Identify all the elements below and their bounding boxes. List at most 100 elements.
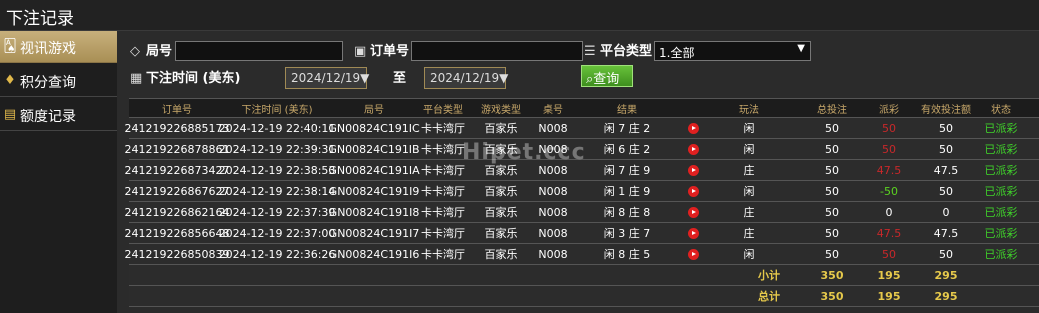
bet-cell: 50: [825, 163, 839, 177]
list-icon: ☰: [584, 44, 596, 59]
sidebar-item-points-query[interactable]: ♦ 积分查询: [0, 65, 117, 97]
play-icon: [687, 206, 699, 218]
order-input[interactable]: [411, 41, 583, 61]
play-cell: 庄: [743, 206, 755, 219]
payout-cell: 47.5: [876, 226, 902, 240]
chevron-down-icon: ▼: [499, 71, 509, 85]
valid-bet-cell: 47.5: [933, 163, 959, 177]
valid-bet-cell: 50: [939, 247, 953, 261]
watermark: Hipet.ccc: [462, 140, 586, 165]
round-cell: GN00824C191I7: [328, 226, 420, 240]
table-cell: N008: [538, 205, 568, 219]
time-cell: 2024-12-19 22:37:00: [218, 226, 336, 240]
valid-bet-cell: 0: [942, 205, 950, 219]
diamond-icon: ♦: [4, 72, 16, 88]
replay-video-button[interactable]: [683, 139, 703, 159]
header-play: 玩法: [739, 104, 759, 116]
replay-video-button[interactable]: [683, 160, 703, 180]
sidebar-item-video-games[interactable]: 🂡 视讯游戏: [0, 31, 117, 63]
table-row: 241219226867627 2024-12-19 22:38:14 GN0082…: [125, 181, 1039, 202]
payout-cell: 50: [882, 121, 896, 135]
play-icon: [687, 185, 699, 197]
cards-icon: 🂡: [3, 38, 17, 54]
header-game: 游戏类型: [481, 104, 521, 116]
order-cell: 241219226862164: [124, 205, 230, 219]
valid-bet-cell: 50: [939, 184, 953, 198]
date-from-picker[interactable]: 2024/12/19▼: [285, 67, 369, 89]
play-cell: 闲: [743, 248, 755, 261]
round-cell: GN00824C191I8: [328, 205, 420, 219]
replay-video-button[interactable]: [683, 181, 703, 201]
order-cell: 241219226850839: [124, 247, 230, 261]
round-cell: GN00824C191IB: [328, 142, 420, 156]
time-cell: 2024-12-19 22:39:31: [218, 142, 336, 156]
date-to-picker[interactable]: 2024/12/19▼: [424, 67, 509, 89]
query-button[interactable]: ⌕查询: [581, 65, 633, 87]
platform-cell: 卡卡湾厅: [421, 227, 465, 240]
payout-cell: -50: [880, 184, 898, 198]
replay-video-button[interactable]: [683, 202, 703, 222]
table-cell: N008: [538, 247, 568, 261]
header-order: 订单号: [162, 104, 192, 116]
play-icon: [687, 143, 699, 155]
table-cell: N008: [538, 184, 568, 198]
replay-video-button[interactable]: [683, 223, 703, 243]
subtotal-payout: 195: [877, 268, 901, 282]
sidebar-item-label: 额度记录: [20, 109, 76, 125]
table-row: 241219226856648 2024-12-19 22:37:00 GN0082…: [125, 223, 1039, 244]
time-cell: 2024-12-19 22:38:53: [218, 163, 336, 177]
sidebar-item-label: 积分查询: [20, 75, 76, 91]
play-icon: [687, 248, 699, 260]
total-payout: 195: [877, 289, 901, 303]
play-cell: 庄: [743, 227, 755, 240]
time-cell: 2024-12-19 22:38:14: [218, 184, 336, 198]
round-label: ◇ 局号: [130, 44, 173, 59]
total-bet: 350: [820, 289, 844, 303]
platform-cell: 卡卡湾厅: [421, 122, 465, 135]
header-status: 状态: [991, 104, 1011, 116]
time-cell: 2024-12-19 22:40:11: [218, 121, 336, 135]
sidebar-item-credit-records[interactable]: ▤ 额度记录: [0, 99, 117, 131]
time-cell: 2024-12-19 22:36:26: [218, 247, 336, 261]
order-cell: 241219226885173: [124, 121, 230, 135]
subtotal-valid: 295: [934, 268, 958, 282]
status-cell: 已派彩: [984, 248, 1018, 261]
header-result: 结果: [617, 104, 637, 116]
result-cell: 闲 7 庄 9: [603, 164, 651, 177]
sidebar-item-label: 视讯游戏: [20, 41, 76, 57]
page-title: 下注记录: [6, 9, 74, 29]
payout-cell: 47.5: [876, 163, 902, 177]
document-icon: ▤: [3, 106, 17, 122]
play-icon: [687, 164, 699, 176]
time-cell: 2024-12-19 22:37:39: [218, 205, 336, 219]
total-row: 总计 350 195 295: [129, 286, 1039, 307]
replay-video-button[interactable]: [683, 118, 703, 138]
play-cell: 庄: [743, 164, 755, 177]
round-input[interactable]: [175, 41, 343, 61]
round-cell: GN00824C191IA: [328, 163, 420, 177]
valid-bet-cell: 50: [939, 121, 953, 135]
header-payout: 派彩: [879, 104, 899, 116]
bet-time-label: ▦ 下注时间 (美东): [130, 71, 241, 86]
bet-cell: 50: [825, 121, 839, 135]
replay-video-button[interactable]: [683, 244, 703, 264]
status-cell: 已派彩: [984, 164, 1018, 177]
sidebar: 🂡 视讯游戏 ♦ 积分查询 ▤ 额度记录: [0, 31, 117, 313]
date-to-value: 2024/12/19: [430, 71, 500, 85]
subtotal-bet: 350: [820, 268, 844, 282]
platform-cell: 卡卡湾厅: [421, 185, 465, 198]
order-cell: 241219226873427: [124, 163, 230, 177]
result-cell: 闲 6 庄 2: [603, 143, 651, 156]
payout-cell: 50: [882, 142, 896, 156]
calendar-icon: ▦: [130, 71, 143, 86]
table-cell: N008: [538, 226, 568, 240]
to-label: 至: [393, 71, 407, 86]
header-table: 桌号: [543, 104, 563, 116]
table-row: 241219226850839 2024-12-19 22:36:26 GN0082…: [124, 244, 1039, 265]
play-cell: 闲: [743, 185, 755, 198]
platform-select[interactable]: 1.全部 ▼: [654, 41, 811, 61]
round-cell: GN00824C191I6: [328, 247, 420, 261]
chevron-down-icon: ▼: [797, 43, 805, 54]
table-row: 241219226885173 2024-12-19 22:40:11 GN0082…: [124, 118, 1039, 139]
game-cell: 百家乐: [484, 248, 518, 261]
